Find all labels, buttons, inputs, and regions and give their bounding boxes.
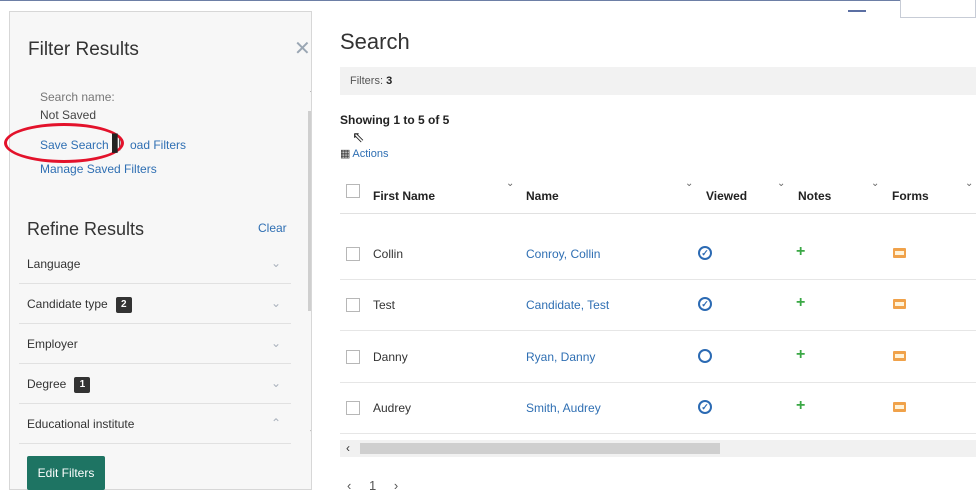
mouse-cursor-icon: ▌ <box>112 135 124 152</box>
close-icon[interactable]: ✕ <box>294 36 311 61</box>
chevron-down-icon: ⌄ <box>271 336 282 350</box>
cell-name-link[interactable]: Smith, Audrey <box>526 401 601 415</box>
top-border <box>0 0 976 10</box>
top-search-box[interactable] <box>900 0 976 18</box>
column-viewed[interactable]: Viewed <box>706 189 747 203</box>
chevron-up-icon: ⌃ <box>271 416 282 430</box>
add-note-icon[interactable]: + <box>796 243 805 261</box>
search-name-label: Search name: <box>40 90 115 104</box>
filter-candidate-type[interactable]: Candidate type 2 ⌄ <box>19 284 291 324</box>
scroll-up-icon[interactable]: ⌃ <box>308 87 311 101</box>
load-filters-link[interactable]: oad Filters <box>130 138 186 152</box>
filter-panel-title: Filter Results <box>28 39 139 60</box>
filter-count-badge: 1 <box>74 377 91 393</box>
scrollbar-thumb[interactable] <box>360 443 720 454</box>
filter-degree[interactable]: Degree 1 ⌄ <box>19 364 291 404</box>
table-row[interactable]: Audrey Smith, Audrey ✓ + <box>340 384 976 434</box>
filter-label: Language <box>27 257 81 271</box>
next-page-icon[interactable]: › <box>394 478 398 493</box>
cell-name-link[interactable]: Ryan, Danny <box>526 350 595 364</box>
add-note-icon[interactable]: + <box>796 397 805 415</box>
table-horizontal-scrollbar[interactable]: ‹ <box>340 440 976 457</box>
viewed-check-icon: ✓ <box>698 297 712 311</box>
sort-chevron-icon[interactable]: ⌄ <box>777 178 785 189</box>
search-name-value: Not Saved <box>40 108 97 122</box>
scroll-down-icon[interactable]: ⌄ <box>308 422 311 436</box>
actions-label: Actions <box>352 148 389 160</box>
forms-icon[interactable] <box>893 351 906 361</box>
filter-label: Candidate type <box>27 297 108 312</box>
chevron-down-icon: ⌄ <box>271 256 282 270</box>
refine-results-title: Refine Results <box>27 219 145 239</box>
cell-name-link[interactable]: Candidate, Test <box>526 298 609 312</box>
prev-page-icon[interactable]: ‹ <box>347 478 351 493</box>
filters-count: 3 <box>386 75 393 87</box>
forms-icon[interactable] <box>893 299 906 309</box>
column-forms[interactable]: Forms <box>892 189 929 203</box>
edit-filters-button[interactable]: Edit Filters <box>27 456 105 490</box>
filters-label: Filters: <box>350 75 383 87</box>
viewed-check-icon: ✓ <box>698 246 712 260</box>
add-note-icon[interactable]: + <box>796 346 805 364</box>
sort-chevron-icon[interactable]: ⌄ <box>506 178 514 189</box>
filter-panel-scrollbar[interactable]: ⌃ ⌄ <box>306 87 311 457</box>
row-checkbox[interactable] <box>346 247 360 261</box>
column-name[interactable]: Name <box>526 189 559 203</box>
grid-icon: ▦ <box>340 148 351 160</box>
table-row[interactable]: Danny Ryan, Danny + <box>340 333 976 383</box>
page-title: Search <box>340 29 410 54</box>
cell-name-link[interactable]: Conroy, Collin <box>526 247 600 261</box>
scroll-left-icon[interactable]: ‹ <box>346 441 350 455</box>
row-checkbox[interactable] <box>346 401 360 415</box>
cell-first-name: Collin <box>373 247 404 261</box>
highlight-annotation <box>4 123 124 163</box>
filter-language[interactable]: Language ⌄ <box>19 244 291 284</box>
filter-employer[interactable]: Employer ⌄ <box>19 324 291 364</box>
column-first-name[interactable]: First Name <box>373 189 435 203</box>
clear-filters-link[interactable]: Clear <box>258 221 287 235</box>
viewed-check-icon: ✓ <box>698 400 712 414</box>
filter-count-badge: 2 <box>115 297 132 313</box>
page-number[interactable]: 1 <box>369 478 376 493</box>
mouse-pointer-icon: ⇖ <box>352 129 365 146</box>
cell-first-name: Test <box>373 298 396 312</box>
sort-chevron-icon[interactable]: ⌄ <box>685 178 693 189</box>
results-count: Showing 1 to 5 of 5 <box>340 113 450 127</box>
cell-first-name: Danny <box>373 350 408 364</box>
forms-icon[interactable] <box>893 248 906 258</box>
filter-educational-institute[interactable]: Educational institute ⌃ <box>19 404 291 444</box>
sort-chevron-icon[interactable]: ⌄ <box>965 178 973 189</box>
row-checkbox[interactable] <box>346 350 360 364</box>
not-viewed-circle-icon <box>698 349 712 363</box>
cell-first-name: Audrey <box>373 401 412 415</box>
row-checkbox[interactable] <box>346 298 360 312</box>
add-note-icon[interactable]: + <box>796 294 805 312</box>
column-notes[interactable]: Notes <box>798 189 831 203</box>
chevron-down-icon: ⌄ <box>271 376 282 390</box>
top-tab-indicator <box>848 10 866 12</box>
forms-icon[interactable] <box>893 402 906 412</box>
filter-label: Employer <box>27 337 78 351</box>
select-all-checkbox[interactable] <box>346 184 360 198</box>
filter-label: Degree <box>27 377 67 392</box>
filters-summary-bar: Filters: 3 <box>340 67 976 95</box>
table-row[interactable]: Test Candidate, Test ✓ + <box>340 281 976 331</box>
actions-menu[interactable]: ▦ Actions <box>340 147 388 160</box>
manage-saved-filters-link[interactable]: Manage Saved Filters <box>40 162 157 176</box>
scrollbar-thumb[interactable] <box>308 111 311 311</box>
table-header: First Name ⌄ Name ⌄ Viewed ⌄ Notes ⌄ For… <box>340 172 976 214</box>
sort-chevron-icon[interactable]: ⌄ <box>871 178 879 189</box>
filter-label: Educational institute <box>27 417 135 431</box>
chevron-down-icon: ⌄ <box>271 296 282 310</box>
table-row[interactable]: Collin Conroy, Collin ✓ + <box>340 230 976 280</box>
pagination: ‹ 1 › <box>347 478 412 493</box>
